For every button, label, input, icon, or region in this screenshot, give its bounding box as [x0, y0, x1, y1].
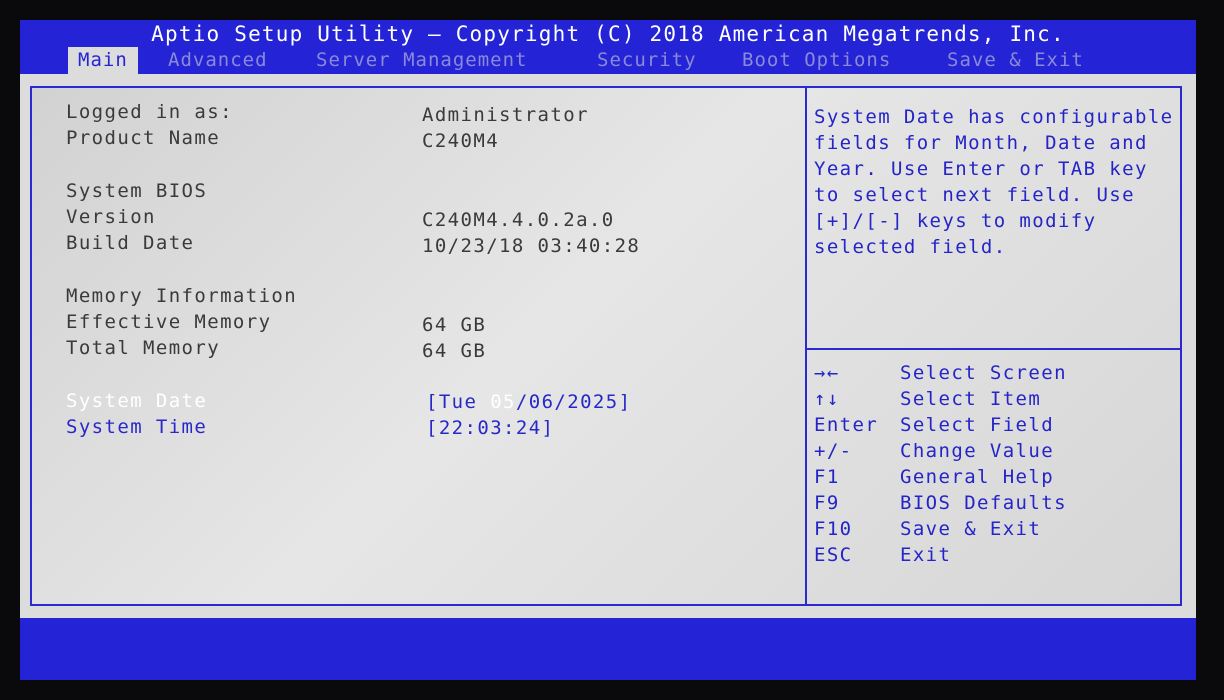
- key-name: +/-: [814, 440, 853, 462]
- key-name: F10: [814, 518, 853, 540]
- build-date-value: 10/23/18 03:40:28: [422, 235, 641, 257]
- system-time-field[interactable]: [22:03:24]: [426, 417, 554, 439]
- logged-in-label: Logged in as:: [66, 101, 233, 123]
- bios-screen: Aptio Setup Utility – Copyright (C) 2018…: [20, 20, 1196, 680]
- key-name: ESC: [814, 544, 853, 566]
- version-value: C240M4.4.0.2a.0: [422, 209, 615, 231]
- key-desc: Select Field: [900, 414, 1055, 436]
- key-desc: Exit: [900, 544, 952, 566]
- key-name: Enter: [814, 414, 879, 436]
- logged-in-value: Administrator: [422, 104, 589, 126]
- key-name: F9: [814, 492, 840, 514]
- memory-info-heading: Memory Information: [66, 285, 298, 307]
- tab-save-exit[interactable]: Save & Exit: [937, 47, 1094, 74]
- key-desc: Select Item: [900, 388, 1042, 410]
- version-label: Version: [66, 206, 156, 228]
- help-divider: [807, 348, 1180, 350]
- key-name: F1: [814, 466, 840, 488]
- product-name-label: Product Name: [66, 127, 221, 149]
- footer-bar: [20, 618, 1196, 680]
- help-text: System Date has configurable fields for …: [814, 106, 1174, 258]
- total-memory-value: 64 GB: [422, 340, 487, 362]
- key-desc: General Help: [900, 466, 1055, 488]
- arrows-ud-icon: ↑↓: [814, 388, 840, 410]
- tab-main[interactable]: Main: [68, 47, 138, 74]
- system-date-rest: /06/2025]: [515, 391, 632, 413]
- arrows-lr-icon: →←: [814, 362, 840, 384]
- tab-server-management[interactable]: Server Management: [306, 47, 537, 74]
- utility-title: Aptio Setup Utility – Copyright (C) 2018…: [151, 22, 1065, 46]
- key-desc: BIOS Defaults: [900, 492, 1067, 514]
- system-date-label[interactable]: System Date: [66, 390, 207, 412]
- key-desc: Change Value: [900, 440, 1055, 462]
- panel-divider: [805, 88, 807, 604]
- key-desc: Select Screen: [900, 362, 1067, 384]
- product-name-value: C240M4: [422, 130, 500, 152]
- tab-security[interactable]: Security: [587, 47, 707, 74]
- main-panel: Logged in as: Administrator Product Name…: [30, 86, 1182, 606]
- effective-memory-label: Effective Memory: [66, 311, 272, 333]
- system-date-field[interactable]: [Tue 05/06/2025]: [426, 391, 631, 413]
- build-date-label: Build Date: [66, 232, 195, 254]
- system-bios-heading: System BIOS: [66, 180, 208, 202]
- tab-boot-options[interactable]: Boot Options: [732, 47, 901, 74]
- header-bar: Aptio Setup Utility – Copyright (C) 2018…: [20, 20, 1196, 74]
- system-time-label[interactable]: System Time: [66, 416, 207, 438]
- system-date-weekday: [Tue: [426, 391, 491, 413]
- total-memory-label: Total Memory: [66, 337, 221, 359]
- tab-advanced[interactable]: Advanced: [158, 47, 278, 74]
- key-desc: Save & Exit: [900, 518, 1042, 540]
- system-date-month-selected[interactable]: 05: [490, 391, 516, 413]
- effective-memory-value: 64 GB: [422, 314, 487, 336]
